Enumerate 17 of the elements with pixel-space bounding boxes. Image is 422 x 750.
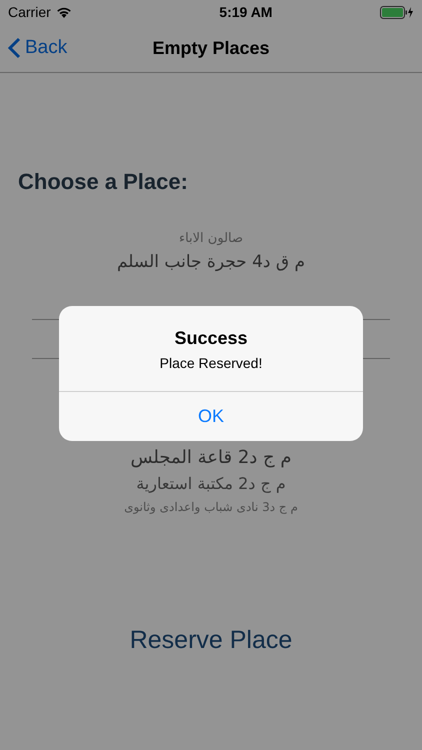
carrier-label: Carrier <box>8 4 51 20</box>
picker-option[interactable]: صالون الاباء <box>178 229 244 249</box>
screen-title: Empty Places <box>152 38 270 58</box>
alert-message: Place Reserved! <box>160 355 262 371</box>
picker-option[interactable]: م ج د2 مكتبة استعارية <box>136 471 286 497</box>
status-time: 5:19 AM <box>219 4 272 20</box>
reserve-button[interactable]: Reserve Place <box>124 625 298 656</box>
battery-icon <box>380 6 414 18</box>
ok-button[interactable]: OK <box>59 391 363 441</box>
section-heading: Choose a Place: <box>18 169 189 195</box>
alert-title: Success <box>174 328 248 349</box>
back-chevron-icon[interactable] <box>8 37 21 59</box>
wifi-icon <box>56 6 72 18</box>
back-button[interactable]: Back <box>8 37 68 59</box>
picker-option[interactable]: م ق د4 حجرة جانب السلم <box>116 249 306 275</box>
picker-option[interactable]: م ج د2 قاعة المجلس <box>130 445 292 471</box>
picker-option[interactable]: م ج د3 نادى شباب واعدادى وثانوى <box>124 497 298 517</box>
